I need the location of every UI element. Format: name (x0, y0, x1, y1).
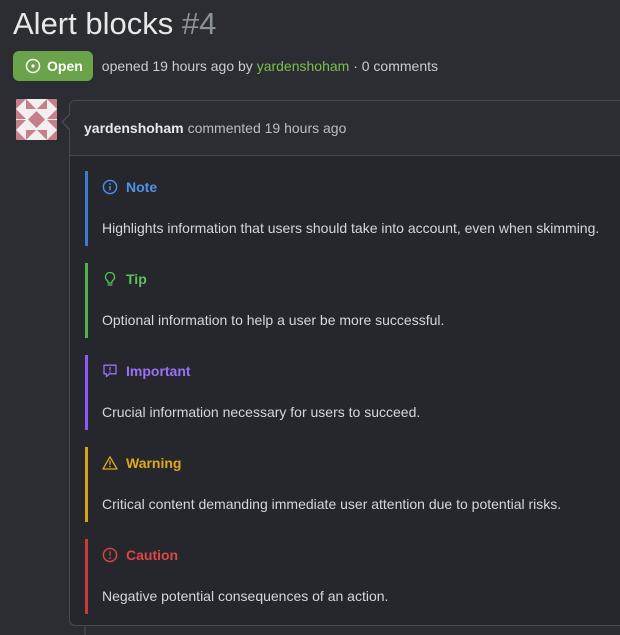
timeline-line (84, 625, 86, 635)
issue-title-text: Alert blocks (13, 6, 174, 41)
issue-comment-count: · 0 comments (353, 58, 439, 74)
avatar[interactable] (16, 99, 57, 140)
alert-note-body: Highlights information that users should… (102, 220, 600, 236)
state-badge-label: Open (47, 58, 83, 74)
issue-open-icon (25, 58, 41, 74)
issue-meta-text: opened 19 hours ago by yardenshoham · 0 … (102, 58, 438, 74)
issue-number: #4 (181, 6, 217, 41)
comment-timestamp: commented 19 hours ago (187, 120, 347, 136)
issue-meta-prefix: opened 19 hours ago by (101, 58, 253, 74)
alert-warning: Warning Critical content demanding immed… (85, 447, 615, 522)
alert-warning-label: Warning (126, 455, 182, 471)
alert-triangle-icon (102, 455, 118, 471)
alert-tip-label: Tip (126, 271, 147, 287)
alert-tip: Tip Optional information to help a user … (85, 263, 615, 338)
comment-header: yardenshoham commented 19 hours ago (70, 101, 620, 156)
alert-caution-title: Caution (102, 545, 178, 565)
alert-caution-label: Caution (126, 547, 179, 563)
comment-author[interactable]: yardenshoham (84, 120, 184, 136)
alert-important-body: Crucial information necessary for users … (102, 404, 421, 420)
issue-page: Alert blocks #4 Open opened 19 hours ago… (0, 0, 620, 635)
alert-warning-body: Critical content demanding immediate use… (102, 496, 562, 512)
comment-arrow-inner (63, 115, 70, 129)
lightbulb-icon (102, 271, 118, 287)
report-icon (102, 363, 118, 379)
alert-note-label: Note (126, 179, 158, 195)
info-icon (102, 179, 118, 195)
alert-warning-title: Warning (102, 453, 181, 473)
alert-caution-body: Negative potential consequences of an ac… (102, 588, 389, 604)
alert-note-title: Note (102, 177, 157, 197)
state-badge-open: Open (13, 51, 93, 81)
issue-author-link[interactable]: yardenshoham (257, 58, 350, 74)
alert-important: Important Crucial information necessary … (85, 355, 615, 430)
issue-meta: Open opened 19 hours ago by yardenshoham… (13, 51, 438, 81)
alert-note: Note Highlights information that users s… (85, 171, 615, 246)
issue-title: Alert blocks #4 (13, 4, 216, 44)
alert-important-label: Important (126, 363, 191, 379)
comment-box: yardenshoham commented 19 hours ago Note… (69, 100, 620, 626)
stop-icon (102, 547, 118, 563)
alert-caution: Caution Negative potential consequences … (85, 539, 615, 614)
alert-tip-title: Tip (102, 269, 147, 289)
alert-important-title: Important (102, 361, 191, 381)
alert-list: Note Highlights information that users s… (85, 171, 615, 625)
alert-tip-body: Optional information to help a user be m… (102, 312, 445, 328)
